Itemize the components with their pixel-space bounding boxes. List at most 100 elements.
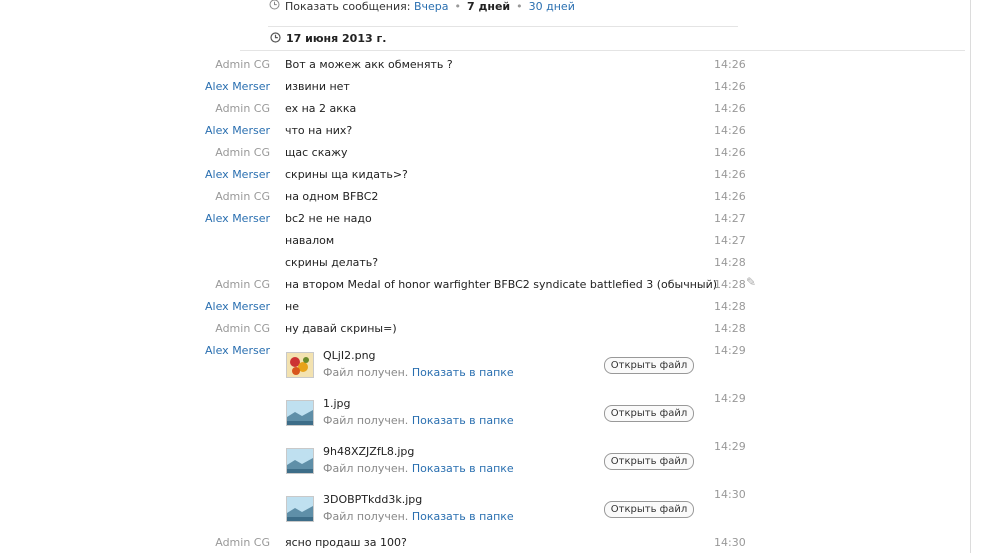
- message-row: Admin CG на одном BFBC2 14:26: [0, 190, 960, 212]
- file-status-text: Файл получен.: [323, 414, 409, 427]
- message-sender[interactable]: Admin CG: [215, 322, 270, 335]
- message-row: Alex Merser скрины ща кидать>? 14:26: [0, 168, 960, 190]
- message-sender[interactable]: Alex Merser: [205, 212, 270, 225]
- image-thumbnail-icon[interactable]: [286, 352, 314, 378]
- show-in-folder-link[interactable]: Показать в папке: [412, 462, 514, 475]
- message-row: Admin CG щас скажу 14:26: [0, 146, 960, 168]
- file-transfer-item: QLjI2.png Файл получен. Показать в папке…: [285, 344, 746, 389]
- image-thumbnail-icon[interactable]: [286, 448, 314, 474]
- file-status-text: Файл получен.: [323, 462, 409, 475]
- show-in-folder-link[interactable]: Показать в папке: [412, 414, 514, 427]
- scrollbar[interactable]: [970, 0, 971, 553]
- file-name: QLjI2.png: [323, 349, 376, 362]
- filter-yesterday-link[interactable]: Вчера: [414, 0, 449, 13]
- separator-dot: •: [454, 0, 462, 13]
- message-time: 14:28: [714, 322, 746, 335]
- message-sender[interactable]: Admin CG: [215, 278, 270, 291]
- message-text: извини нет: [285, 80, 350, 93]
- message-row: навалом 14:27: [0, 234, 960, 256]
- file-status: Файл получен. Показать в папке: [323, 366, 514, 379]
- pencil-icon[interactable]: ✎: [746, 275, 756, 289]
- message-sender[interactable]: Alex Merser: [205, 80, 270, 93]
- clock-icon: [269, 0, 280, 13]
- message-time: 14:28: [714, 278, 746, 291]
- message-row: Alex Merser извини нет 14:26: [0, 80, 960, 102]
- open-file-button[interactable]: Открыть файл: [604, 453, 694, 470]
- message-sender[interactable]: Admin CG: [215, 102, 270, 115]
- message-sender[interactable]: Admin CG: [215, 190, 270, 203]
- message-time: 14:26: [714, 124, 746, 137]
- file-status-text: Файл получен.: [323, 510, 409, 523]
- message-time: 14:30: [714, 488, 746, 501]
- separator-dot: •: [516, 0, 523, 13]
- message-text: навалом: [285, 234, 335, 247]
- message-time: 14:27: [714, 212, 746, 225]
- divider: [240, 50, 965, 51]
- message-time: 14:27: [714, 234, 746, 247]
- message-row: Alex Merser что на них? 14:26: [0, 124, 960, 146]
- message-text: скрины ща кидать>?: [285, 168, 408, 181]
- message-sender[interactable]: Admin CG: [215, 58, 270, 71]
- message-row: Admin CG ex на 2 акка 14:26: [0, 102, 960, 124]
- message-text: Вот а можеж акк обменять ?: [285, 58, 453, 71]
- message-text: щас скажу: [285, 146, 348, 159]
- open-file-button[interactable]: Открыть файл: [604, 405, 694, 422]
- message-filter-bar: Показать сообщения: Вчера • 7 дней • 30 дней: [0, 0, 981, 14]
- filter-label: Показать сообщения:: [285, 0, 411, 13]
- image-thumbnail-icon[interactable]: [286, 496, 314, 522]
- message-sender[interactable]: Admin CG: [215, 536, 270, 549]
- filter-row: Показать сообщения: Вчера • 7 дней • 30 дней: [285, 0, 575, 13]
- message-sender[interactable]: Alex Merser: [205, 124, 270, 137]
- message-time: 14:26: [714, 58, 746, 71]
- file-name: 3DOBPTkdd3k.jpg: [323, 493, 423, 506]
- file-name: 9h48XZJZfL8.jpg: [323, 445, 415, 458]
- file-status: Файл получен. Показать в папке: [323, 510, 514, 523]
- message-time: 14:26: [714, 190, 746, 203]
- message-time: 14:30: [714, 536, 746, 549]
- show-in-folder-link[interactable]: Показать в папке: [412, 366, 514, 379]
- message-text: не: [285, 300, 299, 313]
- filter-30days-link[interactable]: 30 дней: [529, 0, 575, 13]
- message-time: 14:29: [714, 392, 746, 405]
- message-row: скрины делать? 14:28: [0, 256, 960, 278]
- message-time: 14:26: [714, 102, 746, 115]
- open-file-button[interactable]: Открыть файл: [604, 501, 694, 518]
- date-label: 17 июня 2013 г.: [286, 32, 387, 45]
- file-status-text: Файл получен.: [323, 366, 409, 379]
- message-text: ex на 2 акка: [285, 102, 357, 115]
- message-time: 14:29: [714, 440, 746, 453]
- message-sender[interactable]: Alex Merser: [205, 344, 270, 357]
- message-row: Admin CG ясно продаш за 100? 14:30: [0, 536, 960, 558]
- file-name: 1.jpg: [323, 397, 351, 410]
- clock-icon: [270, 32, 281, 46]
- file-transfer-item: 9h48XZJZfL8.jpg Файл получен. Показать в…: [285, 440, 746, 485]
- message-text: на одном BFBC2: [285, 190, 379, 203]
- message-sender[interactable]: Alex Merser: [205, 300, 270, 313]
- show-in-folder-link[interactable]: Показать в папке: [412, 510, 514, 523]
- file-status: Файл получен. Показать в папке: [323, 462, 514, 475]
- message-row: Alex Merser bc2 не не надо 14:27: [0, 212, 960, 234]
- message-time: 14:28: [714, 300, 746, 313]
- file-status: Файл получен. Показать в папке: [323, 414, 514, 427]
- message-text: bc2 не не надо: [285, 212, 372, 225]
- filter-7days-link[interactable]: 7 дней: [467, 0, 510, 13]
- message-time: 14:26: [714, 80, 746, 93]
- message-row: Admin CG ну давай скрины=) 14:28: [0, 322, 960, 344]
- message-sender[interactable]: Admin CG: [215, 146, 270, 159]
- message-text: на втором Medal of honor warfighter BFBC…: [285, 278, 718, 291]
- message-text: ясно продаш за 100?: [285, 536, 407, 549]
- message-row: Admin CG Вот а можеж акк обменять ? 14:2…: [0, 58, 960, 80]
- message-time: 14:29: [714, 344, 746, 357]
- open-file-button[interactable]: Открыть файл: [604, 357, 694, 374]
- message-text: скрины делать?: [285, 256, 379, 269]
- image-thumbnail-icon[interactable]: [286, 400, 314, 426]
- message-text: ну давай скрины=): [285, 322, 397, 335]
- message-sender[interactable]: Alex Merser: [205, 168, 270, 181]
- message-text: что на них?: [285, 124, 353, 137]
- message-row: Alex Merser не 14:28: [0, 300, 960, 322]
- file-transfer-item: 1.jpg Файл получен. Показать в папке Отк…: [285, 392, 746, 437]
- file-transfer-item: 3DOBPTkdd3k.jpg Файл получен. Показать в…: [285, 488, 746, 533]
- message-time: 14:26: [714, 168, 746, 181]
- message-time: 14:28: [714, 256, 746, 269]
- message-time: 14:26: [714, 146, 746, 159]
